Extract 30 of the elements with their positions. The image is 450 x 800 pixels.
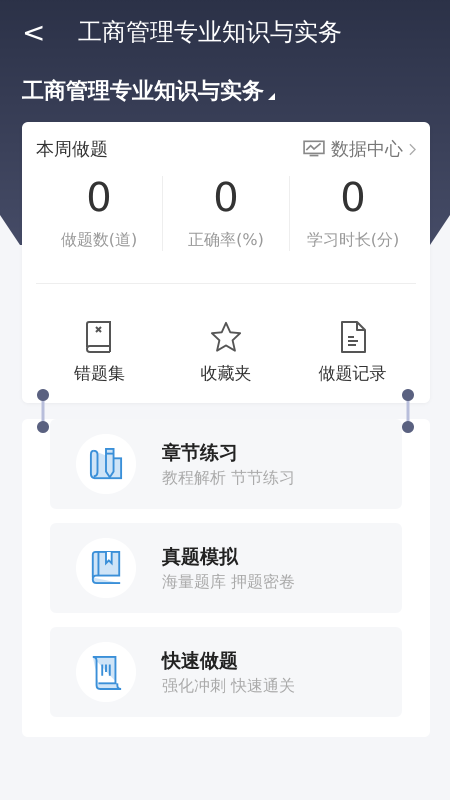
- chevron-right-icon: [409, 142, 416, 156]
- data-center-link[interactable]: 数据中心: [331, 137, 403, 161]
- subject-selector[interactable]: 工商管理专业知识与实务: [22, 76, 264, 106]
- dropdown-triangle-icon[interactable]: [268, 93, 275, 100]
- item-title: 快速做题: [162, 648, 239, 674]
- card-title: 本周做题: [36, 138, 108, 161]
- page-title: 工商管理专业知识与实务: [78, 17, 342, 48]
- practice-item[interactable]: 快速做题 强化冲刺 快速通关: [50, 627, 402, 717]
- binder-clip-icon: [36, 389, 50, 433]
- back-button[interactable]: <: [22, 16, 42, 48]
- stat-value: 0: [340, 176, 366, 220]
- item-title: 真题模拟: [162, 544, 240, 570]
- stat-value: 0: [86, 176, 112, 220]
- shortcut-label[interactable]: 收藏夹: [200, 362, 252, 385]
- shortcut-label[interactable]: 错题集: [74, 362, 125, 385]
- item-subtitle: 强化冲刺 快速通关: [162, 676, 296, 696]
- stat-label: 正确率(%): [188, 230, 264, 251]
- stat-label: 做题数(道): [60, 230, 138, 251]
- practice-item[interactable]: 章节练习 教程解析 节节练习: [50, 419, 402, 509]
- item-subtitle: 海量题库 押题密卷: [162, 572, 296, 592]
- item-subtitle: 教程解析 节节练习: [162, 468, 296, 488]
- item-title: 章节练习: [162, 440, 239, 466]
- stat-label: 学习时长(分): [306, 230, 400, 251]
- book-icon: [89, 549, 123, 587]
- stat-value: 0: [213, 176, 239, 220]
- star-icon[interactable]: [210, 320, 242, 354]
- shortcut-label[interactable]: 做题记录: [318, 362, 387, 385]
- chart-icon: [303, 140, 325, 158]
- practice-item[interactable]: 真题模拟 海量题库 押题密卷: [50, 523, 402, 613]
- binder-clip-icon: [401, 389, 415, 433]
